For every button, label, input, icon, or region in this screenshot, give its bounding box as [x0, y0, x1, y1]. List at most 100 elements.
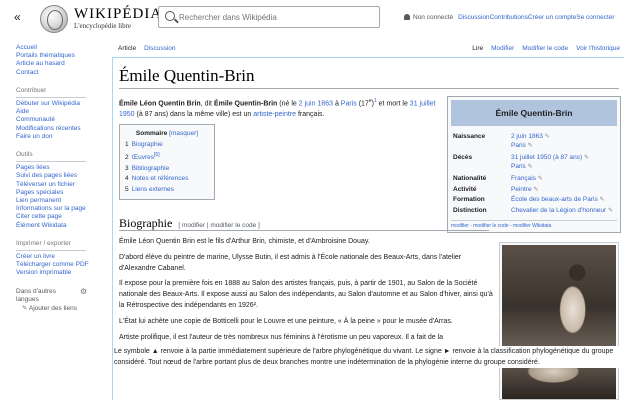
infobox-title: Émile Quentin-Brin	[451, 100, 617, 126]
pencil-icon[interactable]: ✎	[600, 197, 605, 203]
intro-name-full: Émile Léon Quentin Brin	[119, 100, 201, 108]
infobox-key: Formation	[453, 196, 485, 203]
sidebar-item-pages-liees[interactable]: Pages liées	[16, 164, 106, 172]
toc-title-label: Sommaire	[135, 130, 168, 137]
sidebar-item-hasard[interactable]: Article au hasard	[16, 60, 106, 68]
sidebar-item-don[interactable]: Faire un don	[16, 133, 106, 141]
infobox-link[interactable]: 31 juillet 1950 (à 87 ans)	[511, 154, 582, 161]
sidebar-contribute: Contribuer Débuter sur Wikipédia Aide Co…	[16, 87, 106, 141]
personal-tools: Non connecté DiscussionContributionsCréer…	[404, 14, 615, 21]
infobox-link[interactable]: Français	[511, 175, 536, 182]
search-box[interactable]	[158, 6, 380, 28]
toc-item[interactable]: 5 Liens externes	[125, 185, 209, 196]
user-contributions-link[interactable]: Contributions	[490, 14, 528, 21]
profession-link[interactable]: artiste-peintre	[253, 111, 296, 118]
sidebar: Accueil Portails thématiques Article au …	[16, 44, 106, 323]
sidebar-item-imprimable[interactable]: Version imprimable	[16, 269, 106, 277]
infobox-row: Nationalité Français ✎	[451, 172, 617, 185]
infobox-key: Décès	[453, 154, 473, 161]
birth-place-link[interactable]: Paris	[341, 100, 357, 107]
pencil-icon[interactable]: ✎	[528, 143, 533, 149]
wikipedia-globe-logo[interactable]	[40, 5, 68, 33]
infobox-link[interactable]: 2 juin 1863	[511, 133, 543, 140]
sidebar-item-citer[interactable]: Citer cette page	[16, 213, 106, 221]
pencil-icon[interactable]: ✎	[608, 208, 613, 214]
toc-item[interactable]: 4 Notes et références	[125, 174, 209, 185]
infobox-link[interactable]: Paris	[511, 142, 526, 149]
toc-item[interactable]: 1 Biographie	[125, 140, 209, 151]
intro-text: (à 87 ans) dans la même ville) est un	[134, 111, 254, 119]
infobox-footer-links[interactable]: modifier - modifier le code - modifier W…	[451, 220, 617, 229]
section-heading-biographie: Biographie [ modifier | modifier le code …	[119, 216, 445, 231]
painting-thumbnail[interactable]	[499, 242, 619, 400]
paragraph-4: L'État lui achète une copie de Botticell…	[119, 318, 453, 325]
toc-number: 2	[125, 154, 129, 162]
sidebar-item-pages-speciales[interactable]: Pages spéciales	[16, 189, 106, 197]
toc-link-oeuvres[interactable]: Œuvres	[132, 154, 154, 161]
collapse-menu-icon[interactable]: «	[14, 10, 21, 24]
toc-number: 4	[125, 175, 129, 183]
sidebar-item-accueil[interactable]: Accueil	[16, 44, 106, 52]
search-input[interactable]	[179, 10, 374, 24]
wikipedia-wordmark[interactable]: WIKIPÉDIA	[74, 6, 162, 23]
user-talk-link[interactable]: Discussion	[458, 14, 489, 21]
sidebar-item-communaute[interactable]: Communauté	[16, 116, 106, 124]
infobox: Émile Quentin-Brin Naissance 2 juin 1863…	[447, 96, 621, 233]
pencil-icon: ✎	[22, 305, 28, 313]
pencil-icon[interactable]: ✎	[538, 176, 543, 182]
intro-text: français.	[296, 111, 325, 119]
toc-link-notes[interactable]: Notes et références	[132, 175, 189, 182]
pencil-icon[interactable]: ✎	[528, 164, 533, 170]
create-account-link[interactable]: Créer un compte	[528, 14, 576, 21]
sidebar-item-wikidata[interactable]: Élément Wikidata	[16, 222, 106, 230]
toc-number: 5	[125, 185, 129, 193]
infobox-row: Décès 31 juillet 1950 (à 87 ans) ✎ Paris …	[451, 151, 617, 172]
paragraph-2: D'abord élève du peintre de marine, Ulys…	[119, 254, 462, 272]
sidebar-item-suivi[interactable]: Suivi des pages liées	[16, 172, 106, 180]
infobox-link[interactable]: École des beaux-arts de Paris	[511, 196, 598, 203]
sidebar-item-creer-livre[interactable]: Créer un livre	[16, 253, 106, 261]
toc-sup: [6]	[154, 152, 160, 158]
sidebar-item-informations[interactable]: Informations sur la page	[16, 205, 106, 213]
toc-link-bibliographie[interactable]: Bibliographie	[132, 165, 170, 172]
toc-item[interactable]: 3 Bibliographie	[125, 164, 209, 175]
painting-image[interactable]	[502, 245, 616, 399]
sidebar-navigation: Accueil Portails thématiques Article au …	[16, 44, 106, 77]
sidebar-heading-outils: Outils	[16, 151, 33, 159]
pencil-icon[interactable]: ✎	[545, 134, 550, 140]
toc-number: 1	[125, 140, 129, 148]
toc-hide-toggle[interactable]: [masquer]	[169, 130, 198, 137]
infobox-link[interactable]: Paris	[511, 163, 526, 170]
add-links-link[interactable]: Ajouter des liens	[29, 305, 77, 312]
infobox-row: Distinction Chevalier de la Légion d'hon…	[451, 206, 617, 217]
infobox-key: Nationalité	[453, 175, 487, 182]
sidebar-divider	[16, 250, 86, 252]
birth-date-link[interactable]: 2 juin 1863	[299, 100, 333, 107]
pencil-icon[interactable]: ✎	[533, 187, 538, 193]
sidebar-item-pdf[interactable]: Télécharger comme PDF	[16, 261, 106, 269]
sidebar-item-lien-permanent[interactable]: Lien permanent	[16, 197, 106, 205]
infobox-link[interactable]: Chevalier de la Légion d'honneur	[511, 207, 606, 214]
toc-item[interactable]: 2 Œuvres[6]	[125, 150, 209, 164]
infobox-key: Activité	[453, 185, 477, 193]
sidebar-item-debuter[interactable]: Débuter sur Wikipédia	[16, 100, 106, 108]
gear-icon[interactable]: ⚙	[80, 287, 87, 296]
infobox-link[interactable]: Peintre	[511, 186, 532, 193]
infobox-table: Naissance 2 juin 1863 ✎ Paris ✎ Décès 31 …	[451, 130, 617, 216]
toc-link-liens[interactable]: Liens externes	[132, 186, 174, 193]
sidebar-item-aide[interactable]: Aide	[16, 108, 106, 116]
section-divider	[119, 230, 489, 231]
infobox-value: École des beaux-arts de Paris ✎	[509, 195, 617, 206]
pencil-icon[interactable]: ✎	[584, 155, 589, 161]
sidebar-item-televerser[interactable]: Téléverser un fichier	[16, 181, 106, 189]
infobox-value: 31 juillet 1950 (à 87 ans) ✎ Paris ✎	[509, 151, 617, 172]
sidebar-item-modifications[interactable]: Modifications récentes	[16, 125, 106, 133]
sidebar-item-portails[interactable]: Portails thématiques	[16, 52, 106, 60]
toc-link-biographie[interactable]: Biographie	[132, 141, 163, 148]
section-edit-links[interactable]: [ modifier | modifier le code ]	[178, 222, 260, 229]
login-link[interactable]: Se connecter	[576, 14, 614, 21]
infobox-value: Peintre ✎	[509, 185, 617, 196]
sidebar-item-contact[interactable]: Contact	[16, 69, 106, 77]
table-of-contents: Sommaire [masquer] 1 Biographie 2 Œuvres[6…	[119, 124, 215, 201]
header: « WIKIPÉDIA L'encyclopédie libre Non con…	[0, 0, 640, 40]
